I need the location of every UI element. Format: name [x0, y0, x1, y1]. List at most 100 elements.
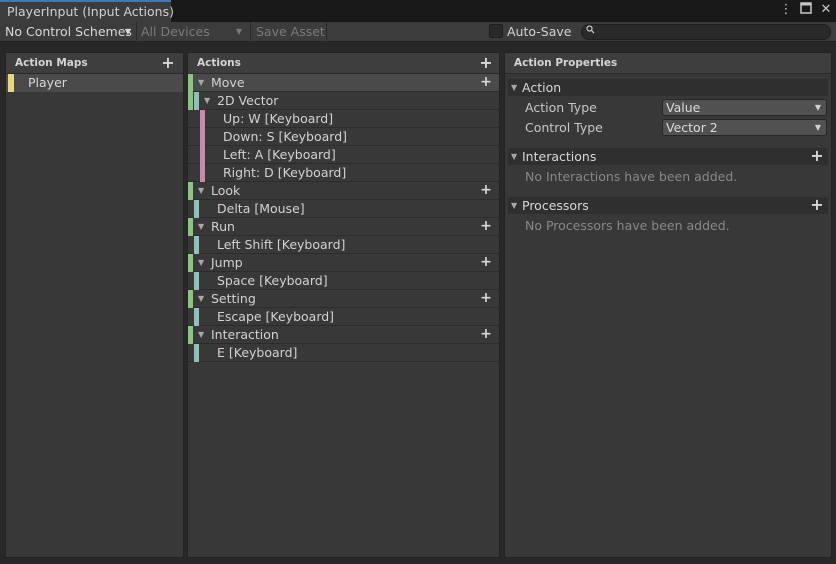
auto-save-checkbox[interactable] — [489, 24, 503, 38]
foldout-triangle-icon[interactable]: ▼ — [204, 92, 210, 109]
row-color-bar — [188, 290, 193, 308]
action-row[interactable]: ▼ Interaction + — [188, 326, 499, 344]
row-label: Delta [Mouse] — [217, 201, 305, 216]
search-input[interactable] — [581, 24, 831, 40]
properties-title: Action Properties — [514, 57, 618, 69]
binding-row[interactable]: Space [Keyboard] — [188, 272, 499, 290]
interactions-empty-text: No Interactions have been added. — [525, 169, 738, 184]
properties-header: Action Properties — [505, 53, 831, 74]
row-color-bar — [194, 92, 199, 110]
row-color-bar — [200, 146, 205, 164]
row-label: Left Shift [Keyboard] — [217, 237, 346, 252]
control-type-value: Vector 2 — [666, 120, 718, 135]
add-binding-icon[interactable]: + — [478, 327, 494, 343]
close-icon[interactable]: ✕ — [819, 2, 833, 18]
row-label: Setting — [211, 291, 256, 306]
row-label: 2D Vector — [217, 93, 279, 108]
action-maps-panel: Action Maps + Player — [5, 52, 184, 558]
action-row[interactable]: ▼ Look + — [188, 182, 499, 200]
action-section-header[interactable]: ▼ Action — [508, 79, 828, 96]
toolbar: No Control Schemes ▼ All Devices ▼ Save … — [0, 22, 836, 42]
row-color-bar — [188, 74, 193, 92]
chevron-down-icon: ▼ — [814, 123, 821, 132]
row-label: Run — [211, 219, 235, 234]
action-maps-title: Action Maps — [15, 57, 88, 69]
processors-section-header[interactable]: ▼ Processors + — [508, 197, 828, 214]
row-label: Escape [Keyboard] — [217, 309, 335, 324]
map-color-bar — [8, 74, 14, 92]
foldout-triangle-icon[interactable]: ▼ — [198, 182, 204, 199]
add-binding-icon[interactable]: + — [478, 219, 494, 235]
chevron-down-icon: ▼ — [124, 27, 131, 36]
control-type-select[interactable]: Vector 2 ▼ — [662, 119, 827, 136]
row-label: Down: S [Keyboard] — [223, 129, 348, 144]
foldout-triangle-icon[interactable]: ▼ — [198, 326, 204, 343]
composite-part-row[interactable]: Left: A [Keyboard] — [188, 146, 499, 164]
add-interaction-icon[interactable]: + — [810, 148, 824, 164]
search-icon — [586, 25, 595, 39]
window-tab-bar: PlayerInput (Input Actions) ⋮ ✕ — [0, 0, 836, 22]
row-color-bar — [200, 164, 205, 182]
foldout-triangle-icon[interactable]: ▼ — [198, 254, 204, 271]
action-type-label: Action Type — [525, 100, 597, 115]
save-asset-button[interactable]: Save Asset — [250, 22, 331, 42]
binding-row[interactable]: Delta [Mouse] — [188, 200, 499, 218]
control-schemes-dropdown[interactable]: No Control Schemes ▼ — [0, 22, 135, 42]
control-schemes-label: No Control Schemes — [5, 24, 132, 39]
interactions-section-header[interactable]: ▼ Interactions + — [508, 148, 828, 165]
action-row[interactable]: ▼ Run + — [188, 218, 499, 236]
auto-save-label: Auto-Save — [507, 24, 572, 39]
add-binding-icon[interactable]: + — [478, 183, 494, 199]
composite-row[interactable]: ▼ 2D Vector — [188, 92, 499, 110]
interactions-section-label: Interactions — [522, 149, 597, 164]
binding-row[interactable]: Escape [Keyboard] — [188, 308, 499, 326]
more-options-icon[interactable]: ⋮ — [779, 2, 793, 18]
foldout-triangle-icon: ▼ — [511, 201, 518, 210]
row-color-bar — [188, 254, 193, 272]
foldout-triangle-icon[interactable]: ▼ — [198, 218, 204, 235]
row-color-bar — [200, 128, 205, 146]
add-action-icon[interactable]: + — [479, 55, 493, 71]
action-type-select[interactable]: Value ▼ — [662, 99, 827, 116]
row-color-bar — [200, 110, 205, 128]
row-label: Jump — [211, 255, 243, 270]
add-binding-icon[interactable]: + — [478, 255, 494, 271]
maximize-icon[interactable] — [799, 2, 813, 18]
composite-part-row[interactable]: Down: S [Keyboard] — [188, 128, 499, 146]
add-binding-icon[interactable]: + — [478, 75, 494, 91]
action-map-label: Player — [28, 75, 67, 90]
action-map-item-player[interactable]: Player — [6, 74, 183, 92]
foldout-triangle-icon[interactable]: ▼ — [198, 290, 204, 307]
chevron-down-icon: ▼ — [814, 103, 821, 112]
row-label: Left: A [Keyboard] — [223, 147, 336, 162]
action-type-value: Value — [666, 100, 701, 115]
actions-title: Actions — [197, 57, 241, 69]
row-color-bar — [194, 344, 199, 362]
action-row[interactable]: ▼ Jump + — [188, 254, 499, 272]
actions-panel: Actions + ▼ Move + ▼ 2D Vector Up: W [Keyboar… — [187, 52, 500, 558]
action-section-label: Action — [522, 80, 562, 95]
binding-row[interactable]: E [Keyboard] — [188, 344, 499, 362]
foldout-triangle-icon: ▼ — [511, 83, 518, 92]
row-label: Move — [211, 75, 245, 90]
composite-part-row[interactable]: Right: D [Keyboard] — [188, 164, 499, 182]
action-row[interactable]: ▼ Setting + — [188, 290, 499, 308]
row-label: Up: W [Keyboard] — [223, 111, 334, 126]
row-label: Look — [211, 183, 241, 198]
add-processor-icon[interactable]: + — [810, 197, 824, 213]
row-label: Interaction — [211, 327, 279, 342]
add-action-map-icon[interactable]: + — [161, 55, 175, 71]
binding-row[interactable]: Left Shift [Keyboard] — [188, 236, 499, 254]
foldout-triangle-icon[interactable]: ▼ — [198, 74, 204, 91]
row-color-bar — [188, 326, 193, 344]
actions-tree: ▼ Move + ▼ 2D Vector Up: W [Keyboard] Down: S … — [188, 74, 499, 362]
action-row[interactable]: ▼ Move + — [188, 74, 499, 92]
composite-part-row[interactable]: Up: W [Keyboard] — [188, 110, 499, 128]
add-binding-icon[interactable]: + — [478, 291, 494, 307]
action-properties-panel: Action Properties ▼ Action Action Type V… — [504, 52, 832, 558]
foldout-triangle-icon: ▼ — [511, 152, 518, 161]
devices-dropdown[interactable]: All Devices ▼ — [136, 22, 246, 42]
row-label: Space [Keyboard] — [217, 273, 328, 288]
row-color-bar — [194, 236, 199, 254]
window-tab[interactable]: PlayerInput (Input Actions) — [0, 0, 174, 22]
